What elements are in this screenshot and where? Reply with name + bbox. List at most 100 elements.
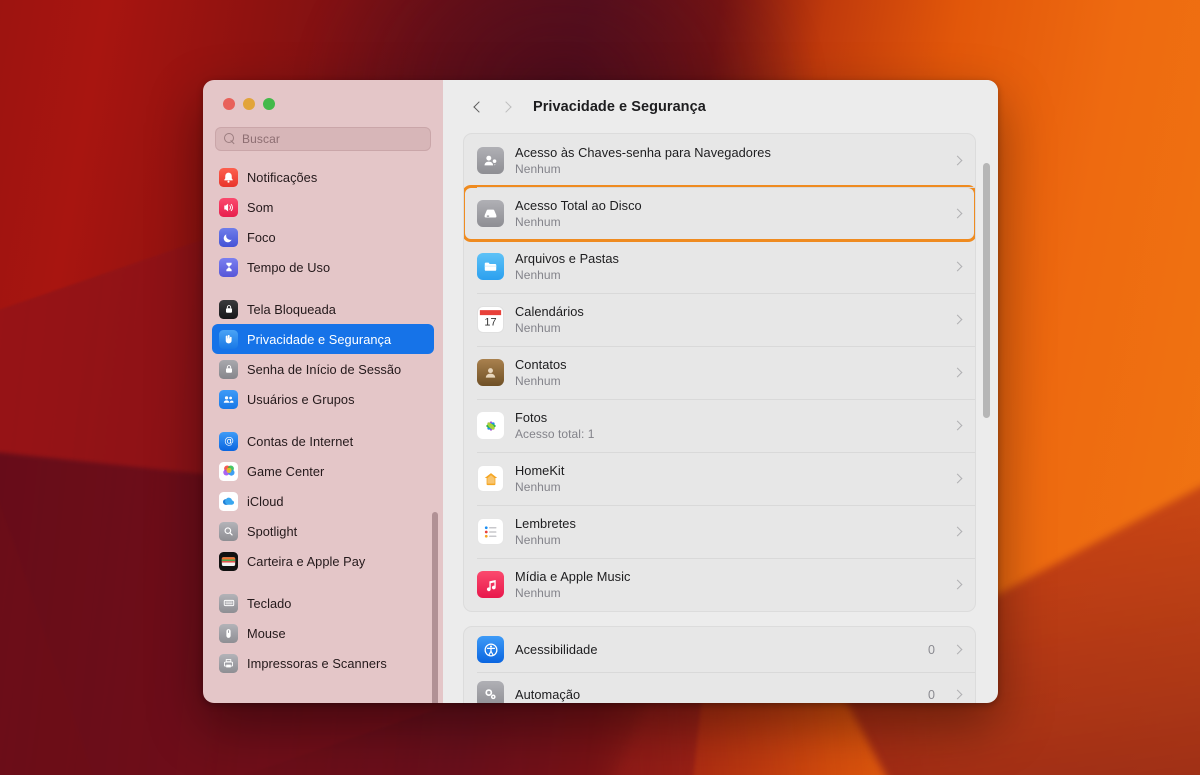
sidebar-group: Notificações Som Foco Tempo de Uso bbox=[212, 162, 434, 294]
system-settings-window: Buscar Notificações Som Foco Tempo de Us… bbox=[203, 80, 998, 703]
sidebar-item-privacidade-e-seguranca[interactable]: Privacidade e Segurança bbox=[212, 324, 434, 354]
row-title: Acesso Total ao Disco bbox=[515, 198, 642, 213]
sidebar-item-usuarios-e-grupos[interactable]: Usuários e Grupos bbox=[212, 384, 434, 414]
row-text: Calendários Nenhum bbox=[515, 304, 943, 335]
calendar-icon: 17 bbox=[477, 306, 504, 333]
sidebar-item-label: Notificações bbox=[247, 169, 318, 185]
chevron-right-icon bbox=[952, 644, 963, 655]
row-title: Arquivos e Pastas bbox=[515, 251, 619, 266]
sidebar-item-carteira-e-apple-pay[interactable]: Carteira e Apple Pay bbox=[212, 546, 434, 576]
chevron-right-icon bbox=[952, 526, 963, 537]
sidebar-item-teclado[interactable]: Teclado bbox=[212, 588, 434, 618]
chevron-right-icon bbox=[952, 689, 963, 700]
table-row[interactable]: Arquivos e Pastas Nenhum bbox=[464, 240, 975, 293]
sidebar-item-tempo-de-uso[interactable]: Tempo de Uso bbox=[212, 252, 434, 282]
row-title: Fotos bbox=[515, 410, 548, 425]
back-button[interactable] bbox=[462, 92, 492, 122]
row-subtitle: Nenhum bbox=[515, 162, 561, 176]
search-input[interactable]: Buscar bbox=[215, 127, 431, 151]
row-title: Mídia e Apple Music bbox=[515, 569, 631, 584]
login-password-icon bbox=[219, 359, 238, 379]
chevron-right-icon bbox=[952, 420, 963, 431]
row-title: Automação bbox=[515, 687, 581, 702]
sidebar-item-contas-de-internet[interactable]: @ Contas de Internet bbox=[212, 426, 434, 456]
table-row[interactable]: Fotos Acesso total: 1 bbox=[464, 399, 975, 452]
settings-scroll-area: Acesso às Chaves-senha para Navegadores … bbox=[443, 133, 998, 703]
row-title: HomeKit bbox=[515, 463, 565, 478]
row-subtitle: Nenhum bbox=[515, 321, 561, 335]
sidebar-scrollbar[interactable] bbox=[432, 512, 438, 703]
row-title: Calendários bbox=[515, 304, 584, 319]
row-title: Acessibilidade bbox=[515, 642, 598, 657]
keyboard-icon bbox=[219, 593, 238, 613]
table-row[interactable]: Contatos Nenhum bbox=[464, 346, 975, 399]
printers-scanners-icon bbox=[219, 653, 238, 673]
window-controls bbox=[203, 80, 443, 127]
search-icon bbox=[224, 133, 236, 145]
sidebar-item-label: Mouse bbox=[247, 625, 286, 641]
media-apple-music-icon bbox=[477, 571, 504, 598]
content-scrollbar[interactable] bbox=[983, 163, 990, 418]
table-row[interactable]: Acesso às Chaves-senha para Navegadores … bbox=[464, 134, 975, 187]
sidebar-item-senha-de-inicio-de-sessao[interactable]: Senha de Início de Sessão bbox=[212, 354, 434, 384]
sidebar-item-label: Spotlight bbox=[247, 523, 298, 539]
privacy-security-icon bbox=[219, 329, 238, 349]
table-row[interactable]: Mídia e Apple Music Nenhum bbox=[464, 558, 975, 611]
toolbar: Privacidade e Segurança bbox=[443, 80, 998, 133]
page-title: Privacidade e Segurança bbox=[533, 98, 706, 115]
row-subtitle: Nenhum bbox=[515, 533, 561, 547]
chevron-right-icon bbox=[952, 367, 963, 378]
row-subtitle: Nenhum bbox=[515, 268, 561, 282]
table-row[interactable]: Automação 0 bbox=[464, 672, 975, 703]
row-subtitle: Nenhum bbox=[515, 215, 561, 229]
row-text: Lembretes Nenhum bbox=[515, 516, 943, 547]
close-button[interactable] bbox=[223, 97, 235, 110]
sidebar-group: Tela Bloqueada Privacidade e Segurança S… bbox=[212, 294, 434, 426]
passkey-access-icon bbox=[477, 147, 504, 174]
sidebar-item-tela-bloqueada[interactable]: Tela Bloqueada bbox=[212, 294, 434, 324]
sidebar-item-spotlight[interactable]: Spotlight bbox=[212, 516, 434, 546]
table-row[interactable]: Acesso Total ao Disco Nenhum bbox=[464, 185, 975, 242]
sidebar-group: Teclado Mouse Impressoras e Scanners bbox=[212, 588, 434, 690]
table-row[interactable]: 17 Calendários Nenhum bbox=[464, 293, 975, 346]
table-row[interactable]: HomeKit Nenhum bbox=[464, 452, 975, 505]
sidebar-item-notificacoes[interactable]: Notificações bbox=[212, 162, 434, 192]
row-subtitle: Nenhum bbox=[515, 374, 561, 388]
accessibility-icon bbox=[477, 636, 504, 663]
sidebar-item-som[interactable]: Som bbox=[212, 192, 434, 222]
sidebar-item-label: Tempo de Uso bbox=[247, 259, 331, 275]
sidebar-item-game-center[interactable]: Game Center bbox=[212, 456, 434, 486]
sidebar-group: @ Contas de Internet Game Center iCloud … bbox=[212, 426, 434, 588]
sidebar-item-label: Teclado bbox=[247, 595, 292, 611]
row-text: Arquivos e Pastas Nenhum bbox=[515, 251, 943, 282]
contacts-icon bbox=[477, 359, 504, 386]
sidebar-item-label: iCloud bbox=[247, 493, 284, 509]
table-row[interactable]: Acessibilidade 0 bbox=[464, 627, 975, 672]
row-count: 0 bbox=[928, 687, 935, 702]
table-row[interactable]: Lembretes Nenhum bbox=[464, 505, 975, 558]
sidebar-item-foco[interactable]: Foco bbox=[212, 222, 434, 252]
icloud-icon bbox=[219, 491, 238, 511]
reminders-icon bbox=[477, 518, 504, 545]
sidebar-item-icloud[interactable]: iCloud bbox=[212, 486, 434, 516]
chevron-right-icon bbox=[499, 100, 512, 113]
chevron-right-icon bbox=[952, 208, 963, 219]
chevron-right-icon bbox=[952, 314, 963, 325]
sidebar-item-label: Foco bbox=[247, 229, 276, 245]
zoom-button[interactable] bbox=[263, 97, 275, 110]
search-container: Buscar bbox=[203, 127, 443, 162]
spotlight-icon bbox=[219, 521, 238, 541]
wallet-apple-pay-icon bbox=[219, 551, 238, 571]
sidebar-item-label: Senha de Início de Sessão bbox=[247, 361, 402, 377]
sidebar-item-mouse[interactable]: Mouse bbox=[212, 618, 434, 648]
mouse-icon bbox=[219, 623, 238, 643]
row-title: Acesso às Chaves-senha para Navegadores bbox=[515, 145, 771, 160]
forward-button[interactable] bbox=[492, 92, 522, 122]
photos-icon bbox=[477, 412, 504, 439]
sidebar: Buscar Notificações Som Foco Tempo de Us… bbox=[203, 80, 443, 703]
minimize-button[interactable] bbox=[243, 97, 255, 110]
sidebar-item-label: Contas de Internet bbox=[247, 433, 354, 449]
sidebar-item-impressoras-e-scanners[interactable]: Impressoras e Scanners bbox=[212, 648, 434, 678]
lock-screen-icon bbox=[219, 299, 238, 319]
row-text: Acesso às Chaves-senha para Navegadores … bbox=[515, 145, 943, 176]
